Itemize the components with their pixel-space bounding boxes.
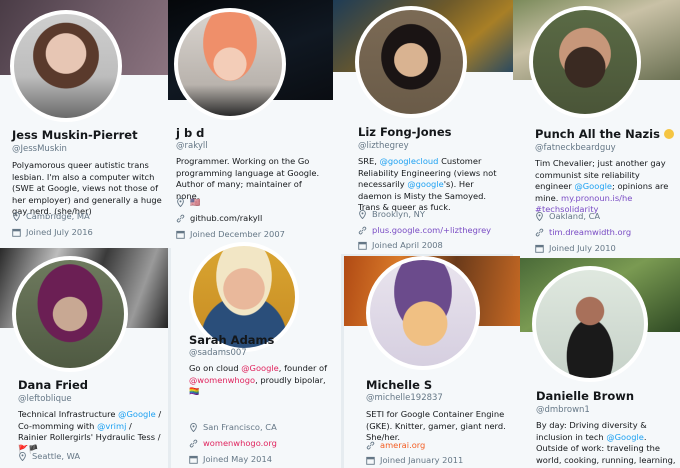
- map-pin-icon: [12, 211, 21, 221]
- profile-bio: Programmer. Working on the Go programmin…: [176, 156, 320, 201]
- profile-location: Cambridge, MA: [12, 211, 90, 221]
- profile-handle[interactable]: @leftoblique: [18, 394, 72, 404]
- profile-bio: Technical Infrastructure @Google / Co-mo…: [18, 409, 162, 454]
- profile-bio: SRE, @googlecloud Customer Reliability E…: [358, 156, 497, 213]
- profile-handle[interactable]: @lizthegrey: [358, 141, 409, 151]
- profile-handle[interactable]: @fatneckbeardguy: [535, 143, 616, 153]
- link-icon: [535, 228, 544, 237]
- profile-name[interactable]: Jess Muskin-Pierret: [12, 128, 138, 142]
- flag-emoji: 🇺🇸: [190, 197, 201, 207]
- map-pin-icon: [358, 209, 367, 219]
- link-icon: [189, 439, 198, 448]
- profile-card-jessmuskin[interactable]: Jess Muskin-Pierret @JessMuskin Polyamor…: [0, 0, 168, 248]
- profile-bio: Polyamorous queer autistic trans lesbian…: [12, 160, 162, 217]
- avatar[interactable]: [12, 256, 128, 372]
- profile-bio: SETI for Google Container Engine (GKE). …: [366, 409, 506, 443]
- profile-handle[interactable]: @JessMuskin: [12, 144, 67, 154]
- profile-bio: By day: Driving diversity & inclusion in…: [536, 420, 676, 468]
- avatar[interactable]: [532, 266, 648, 382]
- profile-name[interactable]: Sarah Adams: [189, 333, 274, 347]
- calendar-icon: [366, 456, 375, 465]
- avatar[interactable]: [366, 256, 480, 370]
- calendar-icon: [535, 244, 544, 253]
- profile-name[interactable]: Michelle S: [366, 378, 432, 392]
- avatar[interactable]: [10, 10, 122, 122]
- profile-joined: Joined April 2008: [358, 240, 443, 250]
- avatar[interactable]: [355, 6, 467, 118]
- mention-link[interactable]: @Google: [574, 181, 612, 191]
- profile-name[interactable]: Danielle Brown: [536, 389, 634, 403]
- profile-bio: Go on cloud @Google, founder of @womenwh…: [189, 363, 328, 397]
- map-pin-icon: [189, 422, 198, 432]
- profile-card-fatneckbeardguy[interactable]: Punch All the Nazis @fatneckbeardguy Tim…: [513, 0, 680, 258]
- profile-url[interactable]: plus.google.com/+lizthegrey: [358, 225, 491, 235]
- avatar[interactable]: [529, 6, 641, 118]
- profile-name[interactable]: Punch All the Nazis: [535, 127, 674, 141]
- profile-card-rakyll[interactable]: j b d @rakyll Programmer. Working on the…: [168, 0, 333, 248]
- mention-link[interactable]: @Google: [118, 409, 156, 419]
- profile-bio: Tim Chevalier; just another gay communis…: [535, 158, 669, 215]
- profile-joined: Joined January 2011: [366, 455, 463, 465]
- sun-emoji-icon: [663, 129, 674, 139]
- profile-url[interactable]: amerai.org: [366, 440, 425, 450]
- profile-joined: Joined December 2007: [176, 229, 285, 239]
- profile-location: Brooklyn, NY: [358, 209, 425, 219]
- link-icon: [176, 214, 185, 223]
- profile-card-lizthegrey[interactable]: Liz Fong-Jones @lizthegrey SRE, @googlec…: [333, 0, 513, 254]
- mention-link[interactable]: @google: [407, 179, 443, 189]
- calendar-icon: [358, 241, 367, 250]
- profile-joined: Joined July 2010: [535, 243, 616, 253]
- profile-location: Seattle, WA: [18, 451, 80, 461]
- profile-name[interactable]: Liz Fong-Jones: [358, 125, 451, 139]
- mention-link[interactable]: @vrimj: [97, 421, 126, 431]
- profile-url[interactable]: womenwhogo.org: [189, 438, 277, 448]
- profile-name[interactable]: j b d: [176, 126, 204, 140]
- map-pin-icon: [176, 198, 185, 207]
- profile-handle[interactable]: @sadams007: [189, 348, 247, 358]
- profile-location: Oakland, CA: [535, 211, 600, 221]
- mention-link[interactable]: @googlecloud: [380, 156, 439, 166]
- mention-link[interactable]: @Google: [241, 363, 279, 373]
- profile-name[interactable]: Dana Fried: [18, 378, 88, 392]
- profile-url[interactable]: tim.dreamwidth.org: [535, 227, 631, 237]
- profile-joined: Joined May 2014: [189, 454, 272, 464]
- calendar-icon: [12, 228, 21, 237]
- map-pin-icon: [535, 211, 544, 221]
- avatar[interactable]: [174, 8, 286, 120]
- map-pin-icon: [18, 451, 27, 461]
- link-icon: [366, 441, 375, 450]
- profile-card-sadams007[interactable]: Sarah Adams @sadams007 Go on cloud @Goog…: [171, 242, 341, 468]
- profile-location: 🇺🇸: [176, 197, 200, 208]
- calendar-icon: [189, 455, 198, 464]
- link-icon: [358, 226, 367, 235]
- profile-url[interactable]: github.com/rakyll: [176, 213, 262, 223]
- profile-card-leftoblique[interactable]: Dana Fried @leftoblique Technical Infras…: [0, 248, 168, 468]
- profile-card-dmbrown1[interactable]: Danielle Brown @dmbrown1 By day: Driving…: [520, 258, 680, 468]
- profile-handle[interactable]: @rakyll: [176, 141, 208, 151]
- profile-handle[interactable]: @dmbrown1: [536, 405, 590, 415]
- profile-joined: Joined July 2016: [12, 227, 93, 237]
- profile-location: San Francisco, CA: [189, 422, 277, 432]
- calendar-icon: [176, 230, 185, 239]
- profile-handle[interactable]: @michelle192837: [366, 393, 443, 403]
- mention-link[interactable]: @womenwhogo: [189, 375, 255, 385]
- profile-card-michelle192837[interactable]: Michelle S @michelle192837 SETI for Goog…: [344, 256, 520, 468]
- mention-link[interactable]: @Google: [606, 432, 644, 442]
